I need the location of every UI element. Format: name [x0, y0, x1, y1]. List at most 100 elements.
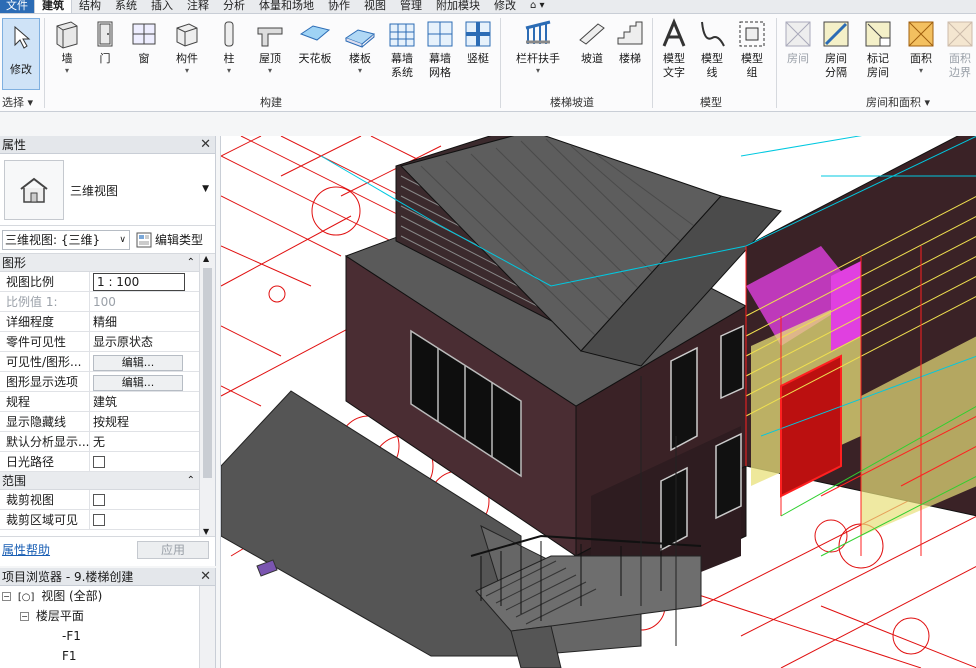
area-tool[interactable]: 面积 ▾ — [904, 18, 938, 75]
modify-button[interactable]: 修改 — [2, 18, 40, 90]
tree-item-floor-plans[interactable]: − 楼层平面 — [0, 606, 215, 626]
area-boundary-icon — [947, 21, 973, 47]
ribbon-options-dropdown[interactable]: ⌂ ▾ — [523, 0, 552, 13]
scroll-up-icon[interactable]: ▲ — [203, 254, 209, 263]
tab-analyze[interactable]: 分析 — [216, 0, 252, 13]
prop-row-hidden-lines[interactable]: 显示隐藏线 按规程 — [0, 412, 215, 432]
properties-scrollbar[interactable]: ▲ ▼ — [199, 254, 215, 536]
tab-manage[interactable]: 管理 — [393, 0, 429, 13]
edit-type-button[interactable]: 编辑类型 — [136, 231, 203, 248]
room-separator-tool[interactable]: 房间 分隔 — [820, 18, 852, 80]
tree-item-floor-plan[interactable]: -F1 — [0, 626, 215, 646]
window-tool[interactable]: 窗 — [128, 18, 160, 66]
browser-scrollbar[interactable] — [199, 586, 215, 668]
tree-item-floor-plan[interactable]: F1 — [0, 646, 215, 666]
tab-addins[interactable]: 附加模块 — [429, 0, 487, 13]
divider — [652, 18, 653, 108]
tab-annotate[interactable]: 注释 — [180, 0, 216, 13]
railing-tool[interactable]: 栏杆扶手 ▾ — [512, 18, 564, 75]
curtain-system-tool[interactable]: 幕墙 系统 — [386, 18, 418, 80]
prop-row-analysis-display[interactable]: 默认分析显示... 无 — [0, 432, 215, 452]
properties-title: 属性 — [2, 138, 27, 152]
mullion-tool[interactable]: 竖梃 — [462, 18, 494, 66]
tab-collaborate[interactable]: 协作 — [321, 0, 357, 13]
door-tool[interactable]: 门 — [90, 18, 120, 66]
stairs-panel-label: 楼梯坡道 — [550, 96, 594, 109]
wall-tool[interactable]: 墙 ▾ — [50, 18, 84, 75]
prop-row-vg-overrides: 可见性/图形... 编辑... — [0, 352, 215, 372]
apply-button[interactable]: 应用 — [137, 540, 209, 559]
ribbon: 修改 选择 ▾ 墙 ▾ 门 窗 构件 ▾ 柱 ▾ 屋顶 ▾ 天花板 楼板 ▾ 幕… — [0, 14, 976, 112]
tab-file[interactable]: 文件 — [0, 0, 34, 13]
area-icon — [908, 21, 934, 47]
prop-row-parts-visibility[interactable]: 零件可见性 显示原状态 — [0, 332, 215, 352]
scroll-down-icon[interactable]: ▼ — [203, 527, 209, 536]
tag-room-tool[interactable]: 标记 房间 — [860, 18, 896, 80]
3d-view-canvas[interactable] — [220, 136, 976, 668]
view-scale-input[interactable]: 1 : 100 — [93, 273, 185, 291]
project-browser-header: 项目浏览器 - 9.楼梯创建 ✕ — [0, 568, 215, 586]
divider — [44, 18, 45, 108]
edit-type-icon — [136, 232, 152, 247]
window-icon — [132, 23, 156, 45]
prop-row-discipline[interactable]: 规程 建筑 — [0, 392, 215, 412]
tab-modify[interactable]: 修改 — [487, 0, 523, 13]
room-panel-label[interactable]: 房间和面积 ▾ — [866, 94, 930, 110]
model-text-icon — [662, 18, 686, 47]
type-selector[interactable]: 三维视图 ▼ — [0, 154, 215, 226]
modify-label: 修改 — [10, 63, 32, 76]
tree-item-views[interactable]: − [○] 视图 (全部) — [0, 586, 215, 606]
crop-view-checkbox[interactable] — [93, 494, 105, 506]
collapse-icon[interactable]: − — [20, 612, 29, 621]
model-group-tool[interactable]: 模型组 — [734, 18, 770, 80]
group-graphics[interactable]: 图形 ⌃ — [0, 254, 215, 272]
door-icon — [97, 21, 113, 47]
tab-systems[interactable]: 系统 — [108, 0, 144, 13]
prop-row-sun-path: 日光路径 — [0, 452, 215, 472]
ceiling-icon — [299, 25, 331, 41]
group-extents[interactable]: 范围 ⌃ — [0, 472, 215, 490]
curtain-grid-tool[interactable]: 幕墙 网格 — [424, 18, 456, 80]
tab-massing-site[interactable]: 体量和场地 — [252, 0, 321, 13]
gdo-edit-button[interactable]: 编辑... — [93, 375, 183, 391]
close-icon[interactable]: ✕ — [200, 569, 211, 584]
house-icon — [20, 177, 48, 203]
sun-path-checkbox[interactable] — [93, 456, 105, 468]
instance-row: 三维视图: {三维} ∨ 编辑类型 — [0, 226, 215, 254]
room-icon — [785, 21, 811, 47]
roof-tool[interactable]: 屋顶 ▾ — [254, 18, 286, 75]
model-line-icon — [701, 21, 725, 47]
crop-visible-checkbox[interactable] — [93, 514, 105, 526]
vg-edit-button[interactable]: 编辑... — [93, 355, 183, 371]
prop-row-detail-level[interactable]: 详细程度 精细 — [0, 312, 215, 332]
collapse-icon[interactable]: − — [2, 592, 11, 601]
3d-view-thumbnail — [4, 160, 64, 220]
ramp-tool[interactable]: 坡道 — [576, 18, 608, 66]
model-line-tool[interactable]: 模型线 — [696, 18, 728, 80]
properties-footer: 属性帮助 应用 — [0, 536, 215, 562]
component-tool[interactable]: 构件 ▾ — [170, 18, 204, 75]
building-model-render — [221, 136, 976, 668]
properties-palette: 属性 ✕ 三维视图 ▼ 三维视图: {三维} ∨ 编辑类型 图形 ⌃ 视图比例 1 :… — [0, 136, 216, 566]
room-tool[interactable]: 房间 — [782, 18, 814, 66]
area-boundary-tool[interactable]: 面积 边界 — [944, 18, 976, 80]
tab-view[interactable]: 视图 — [357, 0, 393, 13]
roof-icon — [257, 27, 283, 47]
prop-row-scale-value: 比例值 1: 100 — [0, 292, 215, 312]
stair-tool[interactable]: 楼梯 — [614, 18, 646, 66]
properties-help-link[interactable]: 属性帮助 — [2, 541, 50, 558]
tab-architecture[interactable]: 建筑 — [34, 0, 72, 13]
select-panel-label[interactable]: 选择 ▾ — [2, 94, 33, 110]
tab-insert[interactable]: 插入 — [144, 0, 180, 13]
floor-icon — [344, 29, 376, 48]
tab-structure[interactable]: 结构 — [72, 0, 108, 13]
view-instance-select[interactable]: 三维视图: {三维} ∨ — [2, 229, 130, 250]
floor-tool[interactable]: 楼板 ▾ — [344, 18, 376, 75]
prop-row-crop-view: 裁剪视图 — [0, 490, 215, 510]
ceiling-tool[interactable]: 天花板 — [296, 18, 334, 66]
model-text-tool[interactable]: 模型 文字 — [658, 18, 690, 80]
scrollbar-thumb[interactable] — [203, 268, 212, 478]
chevron-down-icon[interactable]: ▼ — [202, 184, 209, 194]
column-tool[interactable]: 柱 ▾ — [216, 18, 242, 75]
close-icon[interactable]: ✕ — [200, 137, 211, 152]
